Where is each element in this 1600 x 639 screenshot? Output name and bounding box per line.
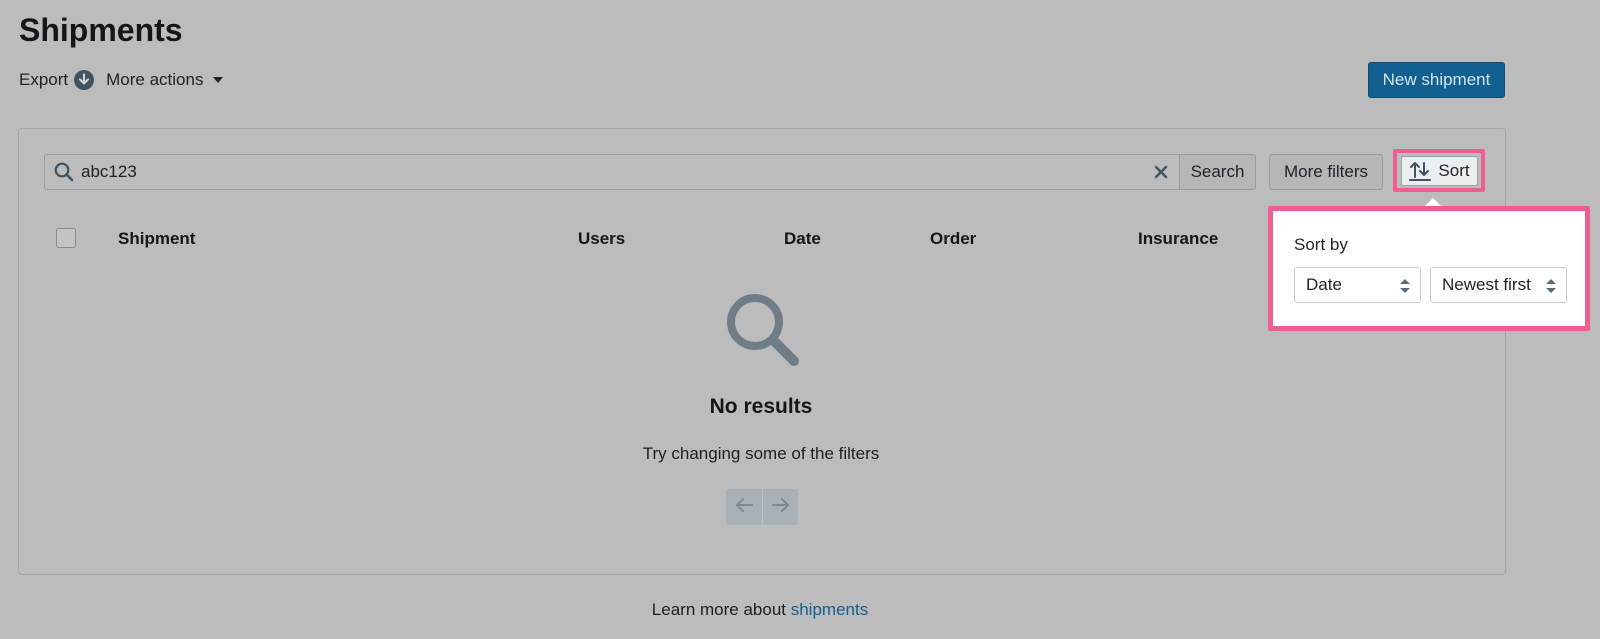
close-icon[interactable]	[1153, 164, 1169, 180]
search-value[interactable]: abc123	[81, 162, 1153, 182]
sort-field-select[interactable]: Date	[1294, 267, 1421, 303]
arrow-left-icon	[735, 497, 753, 518]
sort-by-label: Sort by	[1294, 235, 1348, 254]
page-title: Shipments	[19, 12, 183, 48]
search-button[interactable]: Search	[1179, 154, 1256, 190]
export-label: Export	[19, 70, 69, 89]
table-header: Shipment Users Date Order Insurance	[56, 228, 1236, 250]
sort-order-select[interactable]: Newest first	[1430, 267, 1567, 303]
more-actions-label: More actions	[106, 70, 204, 89]
chevron-updown-icon	[1545, 278, 1557, 294]
sort-label: Sort	[1438, 161, 1470, 180]
shipments-help-link[interactable]: shipments	[791, 600, 868, 619]
download-circle-icon	[74, 70, 95, 90]
sort-icon	[1409, 160, 1432, 182]
previous-page-button[interactable]	[726, 489, 762, 525]
secondary-actions: Export More actions	[19, 68, 224, 92]
sort-button[interactable]: Sort	[1401, 156, 1478, 186]
empty-state-subtitle: Try changing some of the filters	[642, 444, 880, 463]
new-shipment-button[interactable]: New shipment	[1368, 62, 1505, 98]
sort-order-value: Newest first	[1442, 275, 1531, 294]
search-icon	[54, 162, 74, 182]
caret-down-icon	[212, 76, 224, 84]
more-filters-button[interactable]: More filters	[1269, 154, 1383, 190]
more-actions-menu[interactable]: More actions	[106, 70, 224, 90]
sort-field-value: Date	[1306, 275, 1342, 294]
footer-prefix: Learn more about	[651, 600, 791, 619]
column-order[interactable]: Order	[930, 229, 976, 249]
next-page-button[interactable]	[762, 489, 798, 525]
empty-state-title: No results	[709, 395, 813, 418]
export-action[interactable]: Export	[19, 70, 95, 90]
search-input[interactable]: abc123	[44, 154, 1180, 190]
column-insurance[interactable]: Insurance	[1138, 229, 1218, 249]
column-shipment[interactable]: Shipment	[118, 229, 195, 249]
sort-popover: Sort by Date Newest first	[1273, 211, 1585, 326]
column-date[interactable]: Date	[784, 229, 821, 249]
footer-help: Learn more about shipments	[560, 600, 960, 620]
search-icon	[725, 292, 801, 368]
arrow-right-icon	[771, 497, 790, 518]
select-all-checkbox[interactable]	[56, 228, 76, 248]
pagination	[726, 489, 798, 525]
column-users[interactable]: Users	[578, 229, 625, 249]
chevron-updown-icon	[1399, 278, 1411, 294]
